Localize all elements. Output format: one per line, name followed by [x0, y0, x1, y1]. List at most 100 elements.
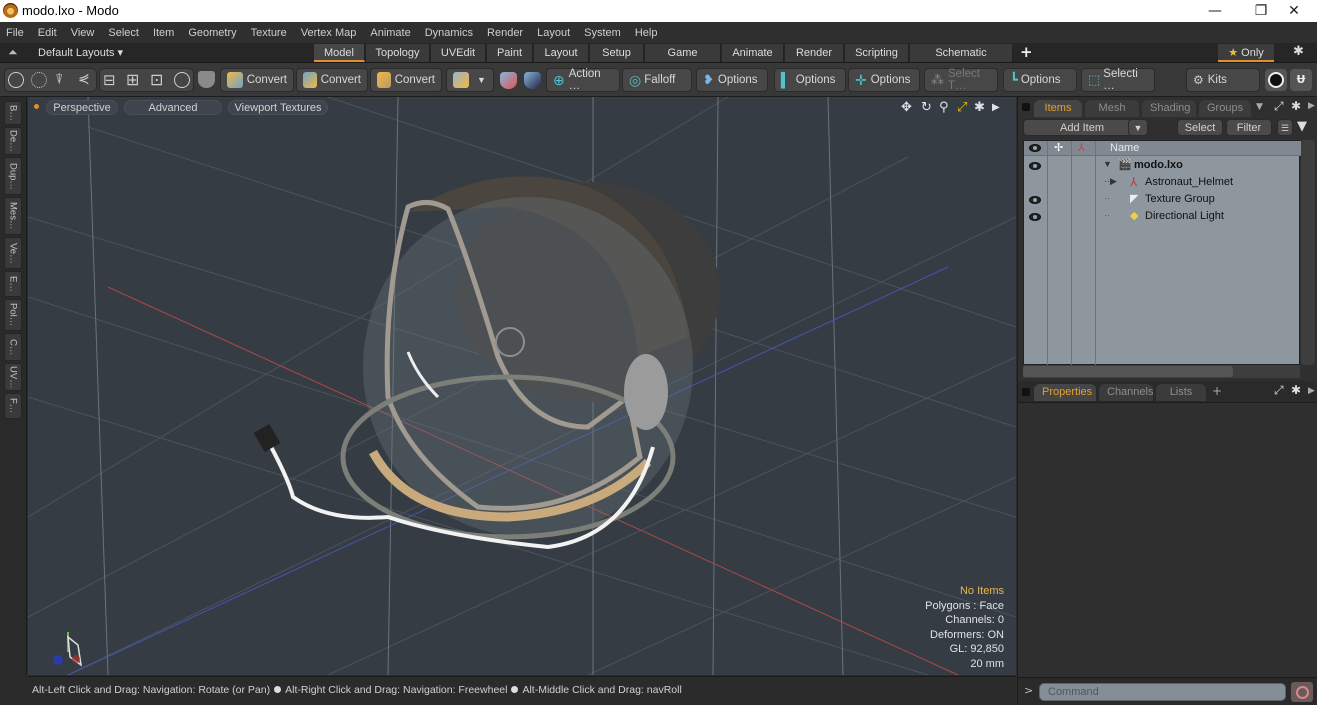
- options-button-2[interactable]: ▍ Options: [774, 68, 846, 92]
- vertices-mode-icon[interactable]: [8, 72, 24, 88]
- select-through-button[interactable]: ⁂ Select T…: [924, 68, 998, 92]
- tab-render[interactable]: Render: [785, 44, 844, 62]
- visibility-eye-icon[interactable]: [1029, 162, 1041, 170]
- 3d-viewport[interactable]: Perspective Advanced Viewport Textures ✥…: [28, 97, 1016, 675]
- scrollbar-thumb[interactable]: [1023, 366, 1233, 377]
- tab-model[interactable]: Model: [314, 44, 365, 62]
- visibility-column-icon[interactable]: [1029, 144, 1041, 152]
- select-button[interactable]: Select: [1177, 119, 1223, 136]
- record-macro-button[interactable]: [1291, 682, 1313, 702]
- tree-row-scene[interactable]: ▼ 🎬 modo.lxo: [1024, 158, 1301, 175]
- vtab-deform[interactable]: De…: [4, 127, 22, 155]
- layout-gear-icon[interactable]: ✱: [1293, 44, 1304, 59]
- viewport-textures-button[interactable]: Viewport Textures: [228, 100, 328, 115]
- tree-row-directional-light[interactable]: ·· ◆ Directional Light: [1024, 209, 1301, 226]
- panel-menu-icon[interactable]: [1022, 388, 1030, 396]
- unity-button[interactable]: [1265, 69, 1287, 91]
- mesh-dropdown-button[interactable]: ▼: [446, 68, 494, 92]
- name-column-header[interactable]: Name: [1110, 142, 1139, 154]
- expand-arrow-icon[interactable]: ▼: [1103, 159, 1112, 169]
- items-mode-icon[interactable]: ⋞: [78, 71, 90, 87]
- vtab-basic[interactable]: B…: [4, 101, 22, 125]
- convert-button-2[interactable]: Convert: [296, 68, 368, 92]
- tab-properties[interactable]: Properties: [1034, 384, 1096, 401]
- convert-button-1[interactable]: Convert: [220, 68, 294, 92]
- menu-help[interactable]: Help: [635, 27, 658, 39]
- menu-edit[interactable]: Edit: [38, 27, 57, 39]
- add-item-button[interactable]: Add Item: [1023, 119, 1141, 136]
- maximize-panel-icon[interactable]: ⤢: [1274, 99, 1284, 114]
- add-tab-button[interactable]: +: [1212, 384, 1222, 398]
- panel-more-icon[interactable]: ▶: [1308, 101, 1315, 111]
- snapping-icon[interactable]: [524, 72, 541, 89]
- vtab-vertex[interactable]: Ve…: [4, 237, 22, 269]
- viewport-options-dot[interactable]: [34, 104, 39, 109]
- tab-paint[interactable]: Paint: [487, 44, 533, 62]
- item-list-vertical-scrollbar[interactable]: [1301, 140, 1315, 365]
- tab-scripting[interactable]: Scripting: [845, 44, 909, 62]
- material-icon[interactable]: ⊡: [150, 70, 163, 89]
- tab-uvedit[interactable]: UVEdit: [431, 44, 486, 62]
- tree-row-texture-group[interactable]: ·· ◤ Texture Group: [1024, 192, 1301, 209]
- menu-file[interactable]: File: [6, 27, 24, 39]
- options-button-4[interactable]: ┗ Options: [1003, 68, 1077, 92]
- panel-more-icon[interactable]: ▶: [1308, 386, 1315, 396]
- menu-system[interactable]: System: [584, 27, 621, 39]
- tab-channels[interactable]: Channels: [1099, 384, 1153, 401]
- pivot-icon[interactable]: ⊟: [103, 71, 116, 89]
- panel-gear-icon[interactable]: ✱: [1291, 99, 1301, 113]
- edges-mode-icon[interactable]: [31, 72, 47, 88]
- vtab-polygon[interactable]: Pol…: [4, 299, 22, 331]
- maximize-icon[interactable]: ⤢: [957, 100, 967, 115]
- shield-icon[interactable]: [198, 71, 215, 88]
- visibility-eye-icon[interactable]: [1029, 213, 1041, 221]
- list-options-icon[interactable]: ☰: [1277, 119, 1293, 136]
- selection-sets-button[interactable]: ⬚ Selecti …: [1081, 68, 1155, 92]
- tab-lists[interactable]: Lists: [1156, 384, 1206, 401]
- move-icon[interactable]: ✥: [901, 100, 912, 115]
- panel-gear-icon[interactable]: ✱: [1291, 383, 1301, 397]
- menu-geometry[interactable]: Geometry: [188, 27, 236, 39]
- gear-icon[interactable]: ✱: [974, 100, 985, 115]
- command-input[interactable]: Command: [1039, 683, 1286, 701]
- workplane-icon[interactable]: [500, 72, 517, 89]
- convert-button-3[interactable]: Convert: [370, 68, 442, 92]
- tab-game-tools[interactable]: Game Tools: [645, 44, 721, 77]
- menu-item[interactable]: Item: [153, 27, 174, 39]
- lock-column-icon[interactable]: ✢: [1054, 141, 1063, 154]
- tab-setup[interactable]: Setup: [590, 44, 644, 62]
- filter-button[interactable]: Filter: [1226, 119, 1272, 136]
- menu-render[interactable]: Render: [487, 27, 523, 39]
- symmetry-icon[interactable]: [174, 72, 190, 88]
- visibility-eye-icon[interactable]: [1029, 196, 1041, 204]
- tab-groups[interactable]: Groups: [1199, 100, 1251, 117]
- add-item-dropdown-icon[interactable]: ▼: [1128, 119, 1148, 136]
- options-button-3[interactable]: ✛ Options: [848, 68, 920, 92]
- perspective-button[interactable]: Perspective: [46, 100, 118, 115]
- rotate-icon[interactable]: ↻: [921, 100, 932, 115]
- maximize-panel-icon[interactable]: ⤢: [1274, 383, 1284, 398]
- vtab-mesh-edit[interactable]: Mes…: [4, 197, 22, 235]
- vtab-edge[interactable]: E…: [4, 271, 22, 297]
- zoom-icon[interactable]: ⚲: [939, 100, 949, 115]
- default-layouts-dropdown[interactable]: Default Layouts ▾: [38, 46, 123, 59]
- tab-topology[interactable]: Topology: [366, 44, 430, 62]
- panel-menu-icon[interactable]: [1022, 103, 1030, 111]
- close-button[interactable]: ✕: [1271, 0, 1317, 22]
- kits-button[interactable]: ⚙ Kits: [1186, 68, 1260, 92]
- unreal-button[interactable]: Ʉ: [1290, 69, 1312, 91]
- render-column-icon[interactable]: ⅄: [1078, 141, 1085, 154]
- add-layout-tab-button[interactable]: +: [1020, 43, 1033, 61]
- falloff-button[interactable]: ◎ Falloff: [622, 68, 692, 92]
- item-list-horizontal-scrollbar[interactable]: [1023, 365, 1300, 378]
- only-toggle[interactable]: ★ Only: [1218, 44, 1274, 62]
- funnel-icon[interactable]: ▼: [1297, 119, 1307, 134]
- tabs-dropdown-icon[interactable]: ▼: [1256, 102, 1263, 112]
- menu-vertex-map[interactable]: Vertex Map: [301, 27, 357, 39]
- menu-layout[interactable]: Layout: [537, 27, 570, 39]
- layout-home-icon[interactable]: ⏶: [8, 45, 18, 60]
- vtab-curve[interactable]: C…: [4, 333, 22, 361]
- polygons-mode-icon[interactable]: ⍒: [55, 72, 63, 88]
- center-icon[interactable]: ⊞: [126, 70, 139, 89]
- vtab-fusion[interactable]: F…: [4, 393, 22, 419]
